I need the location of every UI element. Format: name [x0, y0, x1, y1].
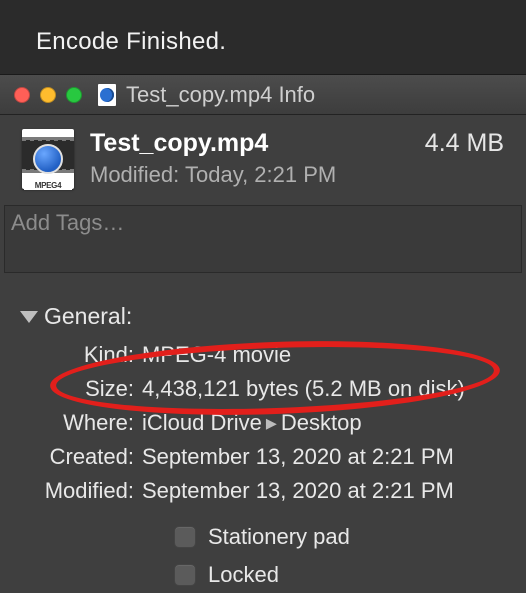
where-label: Where:: [34, 406, 134, 440]
zoom-button[interactable]: [66, 87, 82, 103]
traffic-lights: [14, 87, 82, 103]
window-title: Test_copy.mp4 Info: [126, 82, 315, 108]
stationery-pad-checkbox[interactable]: [174, 526, 196, 548]
created-value: September 13, 2020 at 2:21 PM: [142, 440, 504, 474]
kind-value: MPEG-4 movie: [142, 338, 504, 372]
modified-detail-value: September 13, 2020 at 2:21 PM: [142, 474, 504, 508]
modified-value: Today, 2:21 PM: [185, 162, 336, 187]
stationery-pad-label: Stationery pad: [208, 518, 350, 555]
file-summary-header: MPEG4 Test_copy.mp4 4.4 MB Modified: Tod…: [0, 115, 526, 199]
where-value: iCloud Drive▸Desktop: [142, 406, 504, 440]
tags-input[interactable]: Add Tags…: [4, 205, 522, 273]
general-section-label: General:: [44, 303, 132, 330]
close-button[interactable]: [14, 87, 30, 103]
general-details: Kind: MPEG-4 movie Size: 4,438,121 bytes…: [0, 338, 526, 593]
modified-label: Modified:: [90, 162, 179, 187]
modified-detail-label: Modified:: [34, 474, 134, 508]
window-title-file-icon: [98, 84, 116, 106]
disclosure-triangle-icon[interactable]: [20, 311, 38, 323]
size-label: Size:: [34, 372, 134, 406]
encode-status: Encode Finished.: [0, 0, 526, 74]
general-section-header[interactable]: General:: [0, 279, 526, 338]
locked-label: Locked: [208, 556, 279, 593]
created-label: Created:: [34, 440, 134, 474]
locked-checkbox[interactable]: [174, 564, 196, 586]
info-window: Test_copy.mp4 Info MPEG4 Test_copy.mp4 4…: [0, 74, 526, 593]
minimize-button[interactable]: [40, 87, 56, 103]
kind-label: Kind:: [34, 338, 134, 372]
file-size-summary: 4.4 MB: [425, 129, 504, 158]
file-type-icon: MPEG4: [22, 129, 74, 189]
window-titlebar[interactable]: Test_copy.mp4 Info: [0, 75, 526, 115]
file-name: Test_copy.mp4: [90, 129, 268, 158]
size-value: 4,438,121 bytes (5.2 MB on disk): [142, 372, 504, 406]
